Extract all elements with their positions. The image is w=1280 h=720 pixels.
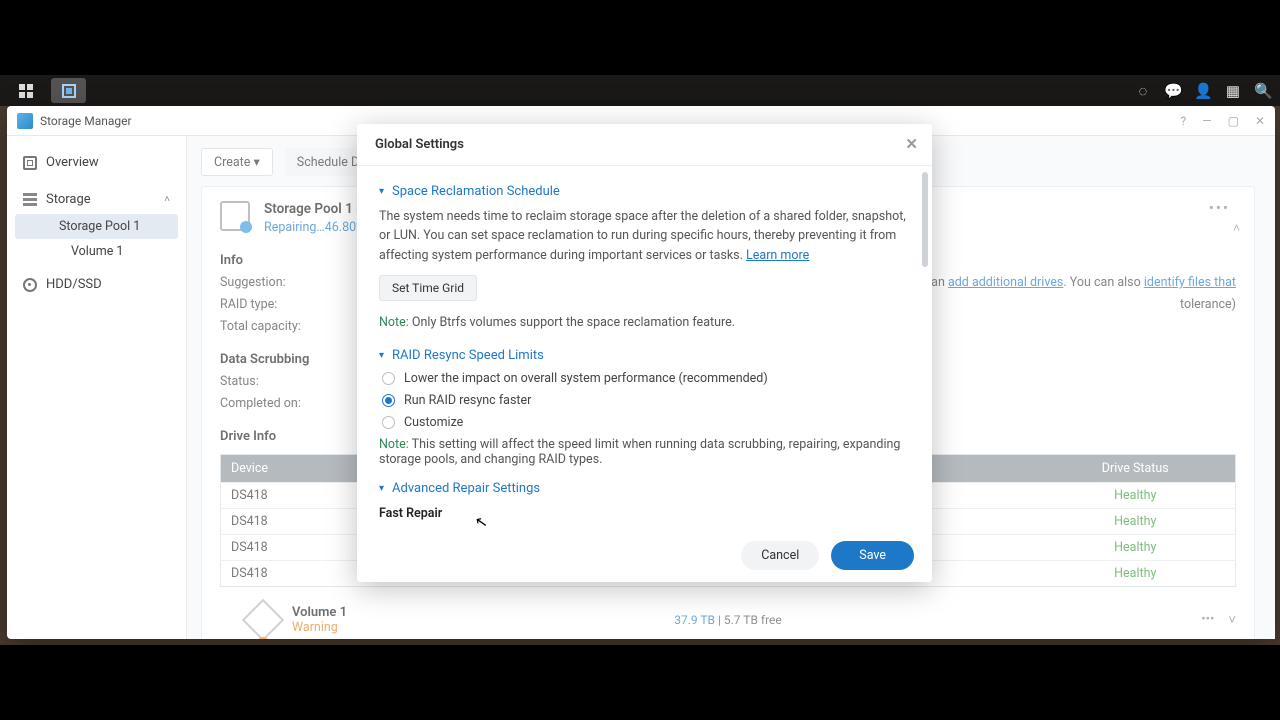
app-icon <box>17 113 33 129</box>
chevron-down-icon: ▾ <box>379 483 384 494</box>
sidebar-item-overview[interactable]: Overview <box>15 148 178 177</box>
chevron-up-icon: ˄ <box>164 194 170 205</box>
disk-icon <box>23 278 37 292</box>
resync-option-lower[interactable]: Lower the impact on overall system perfo… <box>382 371 910 386</box>
sidebar-label: Overview <box>46 155 99 170</box>
sidebar-item-hdd[interactable]: HDD/SSD <box>15 270 178 299</box>
resync-option-faster[interactable]: Run RAID resync faster <box>382 393 910 408</box>
scrollbar[interactable] <box>922 172 928 412</box>
learn-more-link[interactable]: Learn more <box>746 248 809 263</box>
system-taskbar: ◌ 💬 👤 ▦ 🔍 <box>0 75 1280 106</box>
overview-icon <box>23 156 37 170</box>
set-time-grid-button[interactable]: Set Time Grid <box>379 275 477 301</box>
chevron-down-icon: ▾ <box>379 350 384 361</box>
save-button[interactable]: Save <box>831 541 914 570</box>
resync-option-customize[interactable]: Customize <box>382 415 910 430</box>
sidebar-item-storage[interactable]: Storage ˄ <box>15 185 178 214</box>
section-raid-resync[interactable]: ▾ RAID Resync Speed Limits <box>379 348 910 363</box>
note-btrfs: Note: Only Btrfs volumes support the spa… <box>379 315 910 330</box>
sidebar: Overview Storage ˄ Storage Pool 1 Volume… <box>7 136 187 639</box>
modal-title: Global Settings ✕ <box>357 124 932 166</box>
close-window-button[interactable]: ✕ <box>1255 114 1265 128</box>
note-resync: Note: This setting will affect the speed… <box>379 437 910 467</box>
space-reclamation-desc: The system needs time to reclaim storage… <box>379 207 910 265</box>
radio-icon <box>382 372 395 385</box>
search-icon[interactable]: 🔍 <box>1254 82 1272 100</box>
dashboard-icon[interactable]: ▦ <box>1224 82 1242 100</box>
section-advanced-repair[interactable]: ▾ Advanced Repair Settings <box>379 481 910 496</box>
storage-manager-task[interactable] <box>51 78 86 103</box>
global-settings-modal: Global Settings ✕ ▾ Space Reclamation Sc… <box>357 124 932 582</box>
loading-icon: ◌ <box>1134 82 1152 100</box>
sidebar-item-pool1[interactable]: Storage Pool 1 <box>15 214 178 239</box>
chat-icon[interactable]: 💬 <box>1164 82 1182 100</box>
cancel-button[interactable]: Cancel <box>741 541 819 570</box>
sidebar-item-volume1[interactable]: Volume 1 <box>15 239 178 264</box>
radio-icon <box>382 416 395 429</box>
storage-icon <box>23 193 37 207</box>
minimize-button[interactable]: — <box>1202 114 1211 128</box>
maximize-button[interactable]: ▢ <box>1228 114 1239 128</box>
sidebar-label: Storage <box>46 192 91 207</box>
window-title: Storage Manager <box>40 114 132 128</box>
sidebar-label: HDD/SSD <box>46 277 102 292</box>
close-icon[interactable]: ✕ <box>905 135 918 153</box>
user-icon[interactable]: 👤 <box>1194 82 1212 100</box>
help-button[interactable]: ? <box>1181 114 1187 128</box>
chevron-down-icon: ▾ <box>379 186 384 197</box>
grid-apps-button[interactable] <box>8 78 43 103</box>
radio-icon <box>382 394 395 407</box>
fast-repair-heading: Fast Repair <box>379 506 910 521</box>
section-space-reclamation[interactable]: ▾ Space Reclamation Schedule <box>379 184 910 199</box>
